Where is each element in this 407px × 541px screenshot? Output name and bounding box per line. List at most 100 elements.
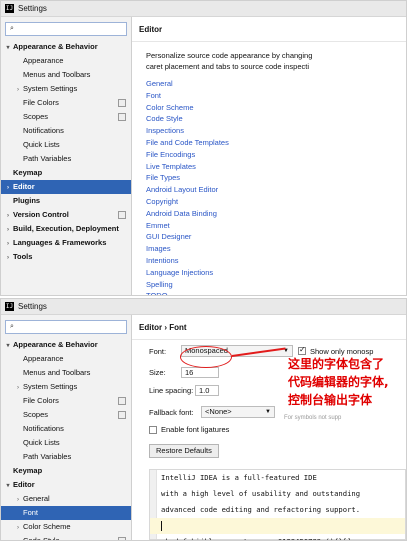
- sidebar-item-code-style[interactable]: ›Code Style: [1, 534, 131, 540]
- sidebar-item-keymap[interactable]: Keymap: [1, 166, 131, 180]
- sidebar-item-label: Appearance & Behavior: [13, 340, 98, 349]
- chevron-right-icon[interactable]: ›: [3, 237, 13, 251]
- restore-defaults-button[interactable]: Restore Defaults: [149, 444, 219, 458]
- project-scope-icon: [118, 537, 126, 540]
- link-language-injections[interactable]: Language Injections: [132, 267, 406, 279]
- size-row: Size: 16: [149, 367, 219, 378]
- link-file-encodings[interactable]: File Encodings: [132, 149, 406, 161]
- annotation-text: 这里的字体包含了 代码编辑器的字体, 控制台输出字体: [288, 355, 389, 409]
- sidebar-item-label: Path Variables: [23, 154, 72, 163]
- sidebar-item-appearance[interactable]: Appearance: [1, 352, 131, 366]
- sidebar-item-plugins[interactable]: Plugins: [1, 194, 131, 208]
- sidebar-item-label: Build, Execution, Deployment: [13, 224, 119, 233]
- search-icon: ⌕: [10, 25, 14, 32]
- link-spelling[interactable]: Spelling: [132, 279, 406, 291]
- sidebar-item-system-settings[interactable]: › System Settings: [1, 380, 131, 394]
- chevron-right-icon[interactable]: ›: [13, 493, 23, 507]
- chevron-right-icon[interactable]: ›: [3, 209, 13, 223]
- sidebar-item-label: Version Control: [13, 210, 69, 219]
- line-spacing-input[interactable]: 1.0: [195, 385, 219, 396]
- ligatures-row: Enable font ligatures: [149, 425, 229, 434]
- sidebar-item-font[interactable]: Font: [1, 506, 131, 520]
- sidebar-item-path-variables[interactable]: Path Variables: [1, 450, 131, 464]
- settings-sidebar: ⌕ ▾ Appearance & Behavior Appearance Menus …: [1, 315, 132, 540]
- sidebar-item-label: Menus and Toolbars: [23, 368, 91, 377]
- link-android-layout-editor[interactable]: Android Layout Editor: [132, 184, 406, 196]
- ligatures-label: Enable font ligatures: [161, 425, 230, 434]
- link-gui-designer[interactable]: GUI Designer: [132, 231, 406, 243]
- description-line: caret placement and tabs to source code …: [146, 62, 310, 71]
- chevron-down-icon[interactable]: ▾: [3, 41, 13, 55]
- size-input[interactable]: 16: [181, 367, 219, 378]
- link-font[interactable]: Font: [132, 90, 406, 102]
- sidebar-item-tools[interactable]: › Tools: [1, 250, 131, 264]
- sidebar-item-keymap[interactable]: Keymap: [1, 464, 131, 478]
- sidebar-item-system-settings[interactable]: › System Settings: [1, 82, 131, 96]
- ligatures-checkbox[interactable]: [149, 425, 157, 434]
- link-inspections[interactable]: Inspections: [132, 125, 406, 137]
- chevron-down-icon[interactable]: ▾: [3, 479, 13, 493]
- show-only-monospaced-checkbox[interactable]: [298, 345, 306, 355]
- link-images[interactable]: Images: [132, 243, 406, 255]
- link-android-data-binding[interactable]: Android Data Binding: [132, 208, 406, 220]
- sidebar-item-version-control[interactable]: › Version Control: [1, 208, 131, 222]
- link-general[interactable]: General: [132, 78, 406, 90]
- chevron-right-icon[interactable]: ›: [13, 535, 23, 540]
- sidebar-item-label: Keymap: [13, 466, 43, 475]
- sidebar-item-notifications[interactable]: Notifications: [1, 422, 131, 436]
- chevron-right-icon[interactable]: ›: [3, 223, 13, 237]
- font-preview-editor[interactable]: IntelliJ IDEA is a full-featured IDE with…: [149, 469, 406, 540]
- link-file-types[interactable]: File Types: [132, 172, 406, 184]
- sidebar-item-file-colors[interactable]: File Colors: [1, 394, 131, 408]
- fallback-dropdown[interactable]: <None> ▼: [201, 406, 275, 418]
- window-title: Settings: [18, 302, 47, 311]
- sidebar-item-quick-lists[interactable]: Quick Lists: [1, 138, 131, 152]
- sidebar-item-label: Languages & Frameworks: [13, 238, 107, 247]
- link-todo[interactable]: TODO: [132, 290, 406, 295]
- sidebar-item-editor[interactable]: › Editor: [1, 180, 131, 194]
- settings-sidebar: ⌕ ▾ Appearance & Behavior Appearance Menus …: [1, 17, 132, 295]
- sidebar-item-appearance-behavior[interactable]: ▾ Appearance & Behavior: [1, 338, 131, 352]
- search-input[interactable]: ⌕: [5, 22, 127, 36]
- sidebar-item-appearance-behavior[interactable]: ▾ Appearance & Behavior: [1, 40, 131, 54]
- link-intentions[interactable]: Intentions: [132, 255, 406, 267]
- sidebar-item-editor[interactable]: ▾ Editor: [1, 478, 131, 492]
- settings-window-editor: IJ Settings ⌕ ▾ Appearance & Behavior Appe…: [0, 0, 407, 296]
- sidebar-item-scopes[interactable]: Scopes: [1, 110, 131, 124]
- chevron-right-icon[interactable]: ›: [13, 381, 23, 395]
- link-live-templates[interactable]: Live Templates: [132, 161, 406, 173]
- sidebar-item-scopes[interactable]: Scopes: [1, 408, 131, 422]
- sidebar-item-label: Quick Lists: [23, 438, 60, 447]
- link-color-scheme[interactable]: Color Scheme: [132, 102, 406, 114]
- chevron-right-icon[interactable]: ›: [13, 521, 23, 535]
- sidebar-item-menus-and-toolbars[interactable]: Menus and Toolbars: [1, 366, 131, 380]
- preview-line: IntelliJ IDEA is a full-featured IDE: [161, 473, 317, 482]
- chevron-right-icon[interactable]: ›: [3, 181, 13, 195]
- sidebar-item-appearance[interactable]: Appearance: [1, 54, 131, 68]
- link-copyright[interactable]: Copyright: [132, 196, 406, 208]
- sidebar-item-general[interactable]: › General: [1, 492, 131, 506]
- link-emmet[interactable]: Emmet: [132, 220, 406, 232]
- sidebar-item-label: Appearance: [23, 56, 64, 65]
- link-code-style[interactable]: Code Style: [132, 113, 406, 125]
- project-scope-icon: [118, 211, 126, 219]
- link-file-and-code-templates[interactable]: File and Code Templates: [132, 137, 406, 149]
- sidebar-item-label: Color Scheme: [23, 522, 71, 531]
- sidebar-item-file-colors[interactable]: File Colors: [1, 96, 131, 110]
- sidebar-item-path-variables[interactable]: Path Variables: [1, 152, 131, 166]
- chevron-right-icon[interactable]: ›: [13, 83, 23, 97]
- search-icon: ⌕: [10, 323, 14, 330]
- sidebar-item-notifications[interactable]: Notifications: [1, 124, 131, 138]
- description-line: Personalize source code appearance by ch…: [146, 51, 313, 60]
- sidebar-item-label: Font: [23, 508, 39, 517]
- sidebar-item-label: Appearance & Behavior: [13, 42, 98, 51]
- sidebar-item-menus-and-toolbars[interactable]: Menus and Toolbars: [1, 68, 131, 82]
- chevron-down-icon[interactable]: ▾: [3, 339, 13, 353]
- sidebar-item-color-scheme[interactable]: › Color Scheme: [1, 520, 131, 534]
- sidebar-item-languages-frameworks[interactable]: › Languages & Frameworks: [1, 236, 131, 250]
- chevron-right-icon[interactable]: ›: [3, 251, 13, 265]
- search-input[interactable]: ⌕: [5, 320, 127, 334]
- sidebar-item-build-execution-deployment[interactable]: › Build, Execution, Deployment: [1, 222, 131, 236]
- sidebar-item-label: Tools: [13, 252, 33, 261]
- sidebar-item-quick-lists[interactable]: Quick Lists: [1, 436, 131, 450]
